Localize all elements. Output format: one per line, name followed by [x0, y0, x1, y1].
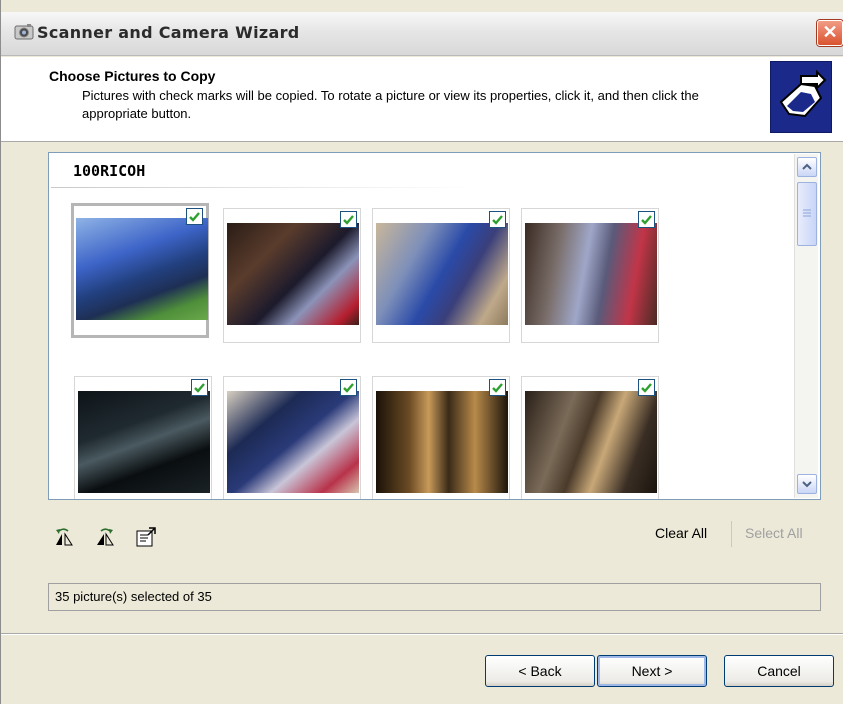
thumbnail-4[interactable]: [521, 208, 659, 343]
chevron-up-icon: [802, 163, 812, 170]
photo-image: [376, 223, 508, 325]
photo-image: [227, 223, 359, 325]
rotate-left-icon[interactable]: [53, 526, 75, 548]
photo-image: [227, 391, 359, 493]
next-button[interactable]: Next >: [597, 655, 707, 687]
toolbar-divider: [731, 521, 732, 547]
checkbox-icon[interactable]: [638, 211, 655, 228]
cancel-button[interactable]: Cancel: [724, 655, 834, 687]
photo-image: [78, 391, 210, 493]
vertical-scrollbar[interactable]: [794, 154, 818, 498]
checkbox-icon[interactable]: [489, 211, 506, 228]
picture-list[interactable]: 100RICOH: [48, 152, 821, 500]
photo-image: [525, 391, 657, 493]
properties-icon[interactable]: [135, 526, 157, 548]
page-title: Choose Pictures to Copy: [49, 68, 216, 84]
thumbnail-2[interactable]: [223, 208, 361, 343]
folder-label: 100RICOH: [73, 162, 146, 180]
page-subtitle: Pictures with check marks will be copied…: [82, 88, 699, 121]
checkbox-icon[interactable]: [638, 379, 655, 396]
folder-divider: [51, 187, 476, 188]
scroll-down-button[interactable]: [797, 474, 817, 494]
thumbnail-5[interactable]: [74, 376, 212, 499]
checkbox-icon[interactable]: [340, 211, 357, 228]
camera-icon: [13, 22, 35, 42]
scroll-thumb[interactable]: [797, 182, 817, 246]
checkbox-icon[interactable]: [340, 379, 357, 396]
window-title: Scanner and Camera Wizard: [37, 23, 300, 42]
close-icon: ✕: [822, 22, 838, 42]
clear-all-button[interactable]: Clear All: [655, 525, 707, 541]
select-all-button: Select All: [745, 525, 803, 541]
thumbnail-8[interactable]: [521, 376, 659, 499]
checkbox-icon[interactable]: [186, 208, 203, 225]
close-button[interactable]: ✕: [817, 20, 843, 46]
photo-image: [376, 391, 508, 493]
photo-image: [76, 218, 208, 320]
scroll-up-button[interactable]: [797, 157, 817, 177]
thumbnail-7[interactable]: [372, 376, 510, 499]
back-button[interactable]: < Back: [485, 655, 595, 687]
selection-status: 35 picture(s) selected of 35: [48, 583, 821, 611]
thumbnail-6[interactable]: [223, 376, 361, 499]
wizard-header: Choose Pictures to Copy Pictures with ch…: [1, 57, 843, 142]
rotate-right-icon[interactable]: [94, 526, 116, 548]
wizard-window: Scanner and Camera Wizard ✕ Choose Pictu…: [0, 0, 843, 704]
checkbox-icon[interactable]: [191, 379, 208, 396]
thumbnail-3[interactable]: [372, 208, 510, 343]
chevron-down-icon: [802, 481, 812, 488]
title-bar: Scanner and Camera Wizard ✕: [1, 12, 843, 56]
wizard-logo-icon: [770, 61, 832, 133]
photo-image: [525, 223, 657, 325]
thumbnail-1[interactable]: [71, 203, 209, 338]
checkbox-icon[interactable]: [489, 379, 506, 396]
